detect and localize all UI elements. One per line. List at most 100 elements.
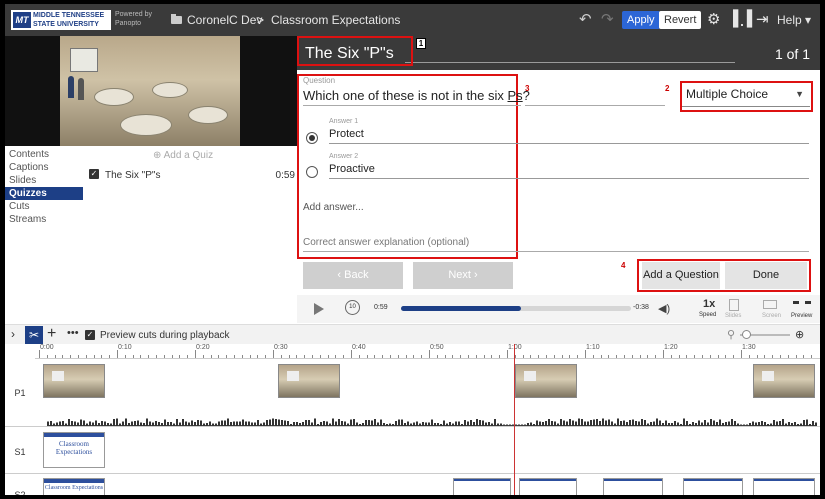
video-thumbnail (753, 364, 815, 398)
help-menu[interactable]: Help ▾ (777, 13, 811, 27)
timeline-tick (179, 355, 181, 358)
timeline-tick (678, 355, 680, 358)
top-bar: MT MIDDLE TENNESSEE STATE UNIVERSITY Pow… (5, 4, 820, 36)
more-icon[interactable]: ••• (67, 327, 79, 339)
timeline-tick (210, 355, 212, 358)
breadcrumb-session: Classroom Expectations (271, 13, 401, 27)
timeline-tick (499, 355, 501, 358)
nav-streams[interactable]: Streams (5, 213, 83, 226)
dropdown-caret-icon: ▼ (795, 89, 804, 99)
rewind-10-icon[interactable]: 10 (345, 300, 360, 315)
secondary-track-1[interactable]: Classroom Expectations (35, 427, 820, 473)
checkbox-checked-icon[interactable]: ✓ (89, 169, 99, 179)
slides-icon[interactable] (729, 299, 739, 311)
timeline-tick (101, 355, 103, 358)
volume-icon[interactable]: ◀) (658, 302, 670, 315)
question-input[interactable]: Which one of these is not in the six Ps? (303, 88, 530, 103)
quiz-time: 0:59 (275, 170, 295, 181)
back-button[interactable]: ‹ Back (303, 262, 403, 289)
screen-icon[interactable] (763, 300, 777, 309)
page-indicator: 1 of 1 (774, 46, 810, 62)
timeline-tick (569, 355, 571, 358)
preview-cuts-checkbox[interactable]: ✓ (85, 330, 95, 340)
video-thumbnail (515, 364, 577, 398)
answer-1-input[interactable]: Protect (329, 128, 364, 140)
question-type-select[interactable]: Multiple Choice ▼ (682, 83, 810, 107)
timeline-tick-label: 1:30 (742, 344, 756, 351)
timeline-tick (156, 355, 157, 358)
secondary-track-2[interactable]: Classroom Expectations (35, 474, 820, 495)
timeline-tick (764, 355, 766, 358)
progress-bar[interactable] (401, 306, 631, 311)
timeline-tick (257, 355, 259, 358)
timeline-tick (631, 355, 633, 358)
track-label-s2: S2 (14, 490, 26, 495)
timeline-tick (124, 355, 126, 358)
expand-chevron-icon[interactable]: › (11, 327, 15, 341)
quiz-list-item[interactable]: ✓ The Six "P"s 0:59 (87, 168, 295, 182)
nav-cuts[interactable]: Cuts (5, 200, 83, 213)
nav-quizzes[interactable]: Quizzes (5, 187, 83, 200)
apply-button[interactable]: Apply (622, 11, 660, 29)
timeline-tick (592, 355, 594, 358)
answer-2-input[interactable]: Proactive (329, 163, 375, 175)
preview-icon[interactable] (793, 301, 811, 306)
timeline-tick (663, 350, 664, 358)
timeline-tick (413, 355, 415, 358)
screen-label: Screen (762, 313, 782, 319)
answer-2-radio[interactable] (306, 166, 318, 178)
scissors-icon[interactable]: ✂ (25, 326, 43, 344)
primary-track[interactable] (35, 360, 820, 432)
next-button[interactable]: Next › (413, 262, 513, 289)
timeline-tick (709, 355, 711, 358)
timeline-tick (670, 355, 672, 358)
nav-contents[interactable]: Contents (5, 148, 83, 161)
exit-icon[interactable]: ⇥ (756, 10, 769, 28)
breadcrumb-folder[interactable]: CoronelC Dev (187, 13, 262, 27)
timeline-tick (577, 355, 579, 358)
zoom-in-icon[interactable]: ⊕ (795, 328, 804, 341)
timeline-tick (195, 350, 196, 358)
redo-icon[interactable]: ↷ (601, 10, 614, 28)
play-icon[interactable] (314, 303, 324, 315)
done-button[interactable]: Done (725, 262, 807, 289)
settings-gear-icon[interactable]: ⚙ (707, 10, 720, 28)
timeline-tick (639, 355, 641, 358)
side-nav: Contents Captions Slides Quizzes Cuts St… (5, 148, 83, 226)
timeline-tick (78, 355, 79, 358)
nav-slides[interactable]: Slides (5, 174, 83, 187)
timeline-tick (647, 355, 649, 358)
undo-icon[interactable]: ↶ (579, 10, 592, 28)
explanation-input[interactable]: Correct answer explanation (optional) (303, 237, 469, 248)
timeline-tick (319, 355, 321, 358)
zoom-out-icon[interactable]: ⚲ (727, 328, 735, 341)
timeline-tick (226, 355, 228, 358)
timeline-tick (694, 355, 696, 358)
answer-1-radio[interactable] (306, 132, 318, 144)
timeline-tick (748, 355, 750, 358)
add-question-button[interactable]: Add a Question (642, 262, 720, 289)
timeline-tick (218, 355, 220, 358)
timeline-tick-label: 0:20 (196, 344, 210, 351)
timeline-tick (374, 355, 376, 358)
revert-button[interactable]: Revert (659, 11, 702, 29)
editor-window: MT MIDDLE TENNESSEE STATE UNIVERSITY Pow… (5, 4, 820, 495)
timeline-ruler[interactable]: 0:000:100:200:300:400:501:001:101:201:30 (35, 344, 820, 359)
add-icon[interactable]: + (47, 325, 56, 343)
playhead[interactable] (514, 344, 515, 495)
timeline-tick (265, 355, 267, 358)
add-quiz-button[interactable]: ⊕ Add a Quiz (153, 150, 213, 161)
timeline-tick (616, 355, 618, 358)
video-preview[interactable] (5, 36, 297, 146)
timeline-tick (405, 355, 407, 358)
add-answer-input[interactable]: Add answer... (303, 202, 364, 213)
speed-value[interactable]: 1x (703, 298, 715, 310)
timeline-scrollbar[interactable] (813, 361, 818, 421)
timeline-tick (444, 355, 446, 358)
folder-icon (171, 14, 182, 24)
timeline-tick (249, 355, 251, 358)
timeline-tick (93, 355, 95, 358)
timeline-tick (304, 355, 306, 358)
nav-captions[interactable]: Captions (5, 161, 83, 174)
zoom-slider-handle[interactable] (742, 330, 751, 339)
